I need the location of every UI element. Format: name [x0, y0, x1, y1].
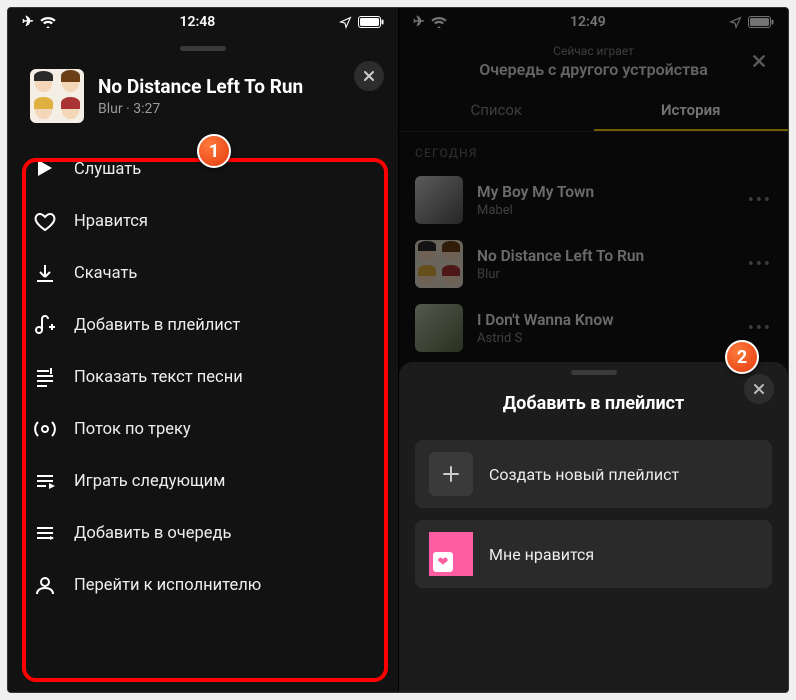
history-artwork [415, 240, 463, 288]
artist-icon [34, 574, 56, 596]
history-item[interactable]: No Distance Left To Run Blur ••• [399, 232, 788, 296]
menu-item-label: Нравится [74, 212, 148, 231]
history-artist: Blur [477, 267, 734, 282]
airplane-icon: ✈ [22, 14, 34, 30]
close-icon [752, 54, 766, 68]
menu-item-radio[interactable]: Поток по треку [18, 403, 388, 455]
history-list: My Boy My TownMabel•••No Distance Left T… [399, 168, 788, 360]
status-time: 12:49 [570, 14, 606, 30]
queue-header: Сейчас играет Очередь с другого устройст… [399, 36, 788, 85]
playlist-option-label: Создать новый плейлист [489, 465, 679, 484]
location-icon [339, 16, 352, 29]
menu-item-lyrics[interactable]: Показать текст песни [18, 351, 388, 403]
history-artwork [415, 304, 463, 352]
queue-close-button[interactable] [744, 46, 774, 76]
track-header: No Distance Left To Run Blur · 3:27 [8, 51, 398, 137]
section-today: СЕГОДНЯ [399, 132, 788, 168]
radio-icon [34, 418, 56, 440]
heart-icon [34, 210, 56, 232]
history-artist: Mabel [477, 203, 734, 218]
menu-item-add-playlist[interactable]: Добавить в плейлист [18, 299, 388, 351]
lyrics-icon [34, 366, 56, 388]
tab-history[interactable]: История [594, 91, 789, 131]
status-time: 12:48 [179, 14, 215, 30]
menu-item-label: Слушать [74, 160, 141, 179]
menu-item-queue[interactable]: Добавить в очередь [18, 507, 388, 559]
queue-title: Очередь с другого устройства [399, 60, 788, 79]
more-button[interactable]: ••• [748, 318, 772, 339]
play-next-icon [34, 470, 56, 492]
menu-item-label: Добавить в очередь [74, 524, 231, 543]
more-button[interactable]: ••• [748, 254, 772, 275]
menu-item-artist[interactable]: Перейти к исполнителю [18, 559, 388, 611]
menu-item-label: Добавить в плейлист [74, 316, 240, 335]
phone-left: ✈ 12:48 No Distance Left To Run Blur · 3… [8, 8, 398, 692]
history-title: I Don't Wanna Know [477, 311, 734, 329]
battery-icon [748, 16, 774, 28]
heart-cover-icon: ❤ [429, 532, 473, 576]
history-item[interactable]: My Boy My Town Mabel ••• [399, 168, 788, 232]
playlist-option-label: Мне нравится [489, 545, 594, 564]
menu-item-label: Перейти к исполнителю [74, 576, 261, 595]
wifi-icon [431, 16, 447, 28]
annotation-marker-2: 2 [725, 340, 759, 374]
tab-list[interactable]: Список [399, 91, 594, 131]
queue-tabs: Список История [399, 91, 788, 132]
location-icon [729, 16, 742, 29]
playlist-option-create[interactable]: Создать новый плейлист [415, 440, 772, 508]
annotation-marker-1: 1 [197, 134, 231, 168]
history-artwork [415, 176, 463, 224]
menu-item-label: Играть следующим [74, 472, 225, 491]
add-playlist-icon [34, 314, 56, 336]
playlist-options: Создать новый плейлист ❤ Мне нравится [415, 440, 772, 588]
menu-item-label: Поток по треку [74, 420, 191, 439]
battery-icon [358, 16, 384, 28]
play-icon [34, 158, 56, 180]
close-button[interactable] [354, 61, 384, 91]
status-bar: ✈ 12:48 [8, 8, 398, 36]
status-bar: ✈ 12:49 [399, 8, 788, 36]
menu-item-download[interactable]: Скачать [18, 247, 388, 299]
menu-item-play-next[interactable]: Играть следующим [18, 455, 388, 507]
history-artist: Astrid S [477, 331, 734, 346]
airplane-icon: ✈ [413, 14, 425, 30]
menu-item-like[interactable]: Нравится [18, 195, 388, 247]
track-title: No Distance Left To Run [98, 75, 303, 98]
wifi-icon [40, 16, 56, 28]
close-icon [363, 70, 375, 82]
album-artwork [30, 69, 84, 123]
sheet-handle[interactable] [571, 370, 617, 375]
track-subtitle: Blur · 3:27 [98, 101, 303, 117]
action-menu: Слушать Нравится Скачать Добавить в плейлис… [18, 143, 388, 611]
queue-icon [34, 522, 56, 544]
menu-item-label: Скачать [74, 264, 137, 283]
menu-item-label: Показать текст песни [74, 368, 243, 387]
plus-icon [429, 452, 473, 496]
playlist-sheet: Добавить в плейлист Создать новый плейли… [399, 362, 788, 692]
download-icon [34, 262, 56, 284]
more-button[interactable]: ••• [748, 190, 772, 211]
playlist-option-liked[interactable]: ❤ Мне нравится [415, 520, 772, 588]
history-title: No Distance Left To Run [477, 247, 734, 265]
sheet-title: Добавить в плейлист [399, 393, 788, 414]
sheet-close-button[interactable] [744, 374, 774, 404]
queue-subtitle: Сейчас играет [399, 44, 788, 58]
close-icon [753, 383, 765, 395]
history-title: My Boy My Town [477, 183, 734, 201]
